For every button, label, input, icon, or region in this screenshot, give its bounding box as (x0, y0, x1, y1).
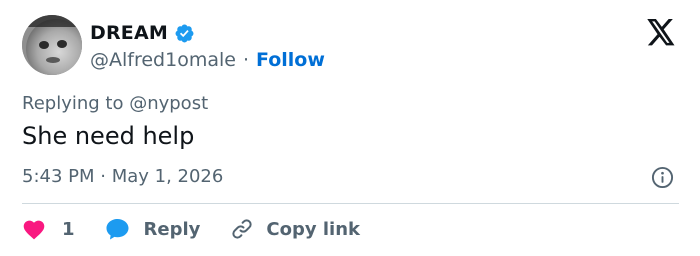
separator-dot: · (242, 49, 249, 71)
like-count: 1 (62, 218, 75, 240)
author-handle-row: @Alfred1omale · Follow (90, 47, 325, 73)
follow-button[interactable]: Follow (256, 49, 325, 71)
tweet-timestamp[interactable]: 5:43 PM · May 1, 2026 (22, 166, 223, 187)
reply-button[interactable]: Reply (105, 217, 201, 241)
verified-badge-icon (174, 23, 195, 44)
tweet-embed-card: DREAM @Alfred1omale · Follow Replying to… (0, 0, 700, 256)
copy-link-button[interactable]: Copy link (230, 217, 360, 241)
avatar-photo (22, 15, 82, 75)
author-name-row: DREAM (90, 20, 195, 46)
action-bar: 1 Reply Copy link (22, 215, 360, 243)
avatar[interactable] (22, 15, 82, 75)
heart-icon (22, 218, 46, 240)
link-icon (230, 217, 254, 241)
divider (22, 203, 679, 204)
display-name[interactable]: DREAM (90, 22, 168, 44)
author-handle[interactable]: @Alfred1omale (90, 49, 236, 71)
like-button[interactable]: 1 (22, 218, 75, 240)
replying-to[interactable]: Replying to @nypost (22, 93, 208, 114)
info-icon[interactable] (651, 166, 674, 189)
tweet-text: She need help (22, 122, 195, 150)
reply-bubble-icon (105, 217, 130, 241)
copy-link-label: Copy link (266, 218, 360, 240)
x-logo-icon[interactable] (646, 19, 676, 46)
reply-label: Reply (143, 218, 201, 240)
